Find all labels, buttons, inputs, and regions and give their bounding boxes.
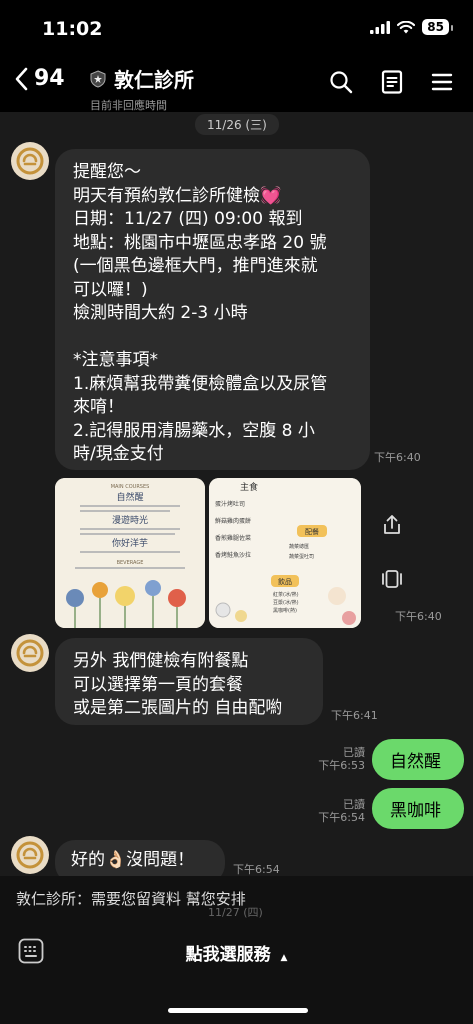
message-bubble-meal-info[interactable]: 另外 我們健檢有附餐點 可以選擇第一頁的套餐 或是第二張圖片的 自由配喲 xyxy=(55,638,323,725)
menu-subtitle: MAIN COURSES xyxy=(111,484,150,490)
menu-section: 主食 xyxy=(240,481,258,493)
wifi-icon xyxy=(397,20,416,33)
menu-footer: BEVERAGE xyxy=(117,560,144,566)
battery-indicator: 85 xyxy=(422,19,453,35)
status-bar: 11:02 85 xyxy=(0,0,473,56)
menu-section: 飲品 xyxy=(278,577,292,586)
menu-section: 你好洋芋 xyxy=(112,537,148,549)
message-time: 下午6:41 xyxy=(331,709,378,722)
menu-image-art: 主食 蛋汁烤吐司 鮮菇雞肉蛋餅 香煎雞腿佐菜 香烤鮭魚沙拉 配餐 蔬菜總匯 蔬菜… xyxy=(209,478,361,628)
message-read-meta: 已讀 下午6:54 xyxy=(315,798,365,824)
clinic-logo-icon xyxy=(16,147,44,175)
message-time: 下午6:40 xyxy=(374,451,421,464)
status-time: 11:02 xyxy=(42,18,103,40)
message-bubble-reminder[interactable]: 提醒您～ 明天有預約敦仁診所健檢💓 日期：11/27 (四) 09:00 報到 … xyxy=(55,149,370,470)
back-button[interactable]: 94 xyxy=(14,66,65,91)
chat-title: 敦仁診所 xyxy=(114,68,194,92)
chat-area[interactable]: 11/26 (三) 提醒您～ 明天有預約敦仁診所健檢💓 日期：11/27 (四)… xyxy=(0,112,473,876)
date-divider: 11/26 (三) xyxy=(195,114,279,135)
shield-icon xyxy=(90,69,106,88)
clinic-avatar[interactable] xyxy=(11,634,49,672)
svg-text:蔬菜總匯: 蔬菜總匯 xyxy=(289,543,309,550)
chat-subtitle: 目前非回應時間 xyxy=(90,99,167,112)
home-indicator xyxy=(168,1008,308,1013)
read-status: 已讀 xyxy=(343,798,365,811)
menu-image-free-combo[interactable]: 主食 蛋汁烤吐司 鮮菇雞肉蛋餅 香煎雞腿佐菜 香烤鮭魚沙拉 配餐 蔬菜總匯 蔬菜… xyxy=(209,478,361,628)
message-time: 下午6:40 xyxy=(395,610,442,623)
svg-text:香烤鮭魚沙拉: 香烤鮭魚沙拉 xyxy=(215,551,251,559)
menu-icon[interactable] xyxy=(431,70,453,94)
clinic-logo-icon xyxy=(16,639,44,667)
search-icon[interactable] xyxy=(329,70,353,94)
svg-text:蔬菜蛋吐司: 蔬菜蛋吐司 xyxy=(289,553,314,560)
status-indicators: 85 xyxy=(370,19,453,35)
share-icon[interactable] xyxy=(381,514,403,536)
clinic-avatar[interactable] xyxy=(11,142,49,180)
svg-text:豆漿(冰/熱): 豆漿(冰/熱) xyxy=(273,599,299,606)
svg-text:香煎雞腿佐菜: 香煎雞腿佐菜 xyxy=(215,534,251,542)
message-bubble-confirm[interactable]: 好的👌🏻沒問題！ xyxy=(55,840,225,876)
unread-count: 94 xyxy=(34,66,65,91)
message-time: 下午6:53 xyxy=(318,759,365,772)
bottom-bar: 敦仁診所：需要您留資料 幫您安排 11/27 (四) 點我選服務 ▲ xyxy=(0,876,473,1024)
chat-title-area[interactable]: 敦仁診所 目前非回應時間 xyxy=(90,64,194,113)
clinic-avatar[interactable] xyxy=(11,836,49,874)
message-time: 下午6:54 xyxy=(233,863,280,876)
message-time: 下午6:54 xyxy=(318,811,365,824)
message-bubble-sent[interactable]: 自然醒 xyxy=(372,739,464,780)
service-button-label: 點我選服務 xyxy=(185,945,271,965)
chat-header: 94 敦仁診所 目前非回應時間 xyxy=(0,56,473,112)
service-menu-button[interactable]: 點我選服務 ▲ xyxy=(0,940,473,965)
carousel-icon[interactable] xyxy=(381,568,403,590)
note-icon[interactable] xyxy=(381,70,403,94)
message-read-meta: 已讀 下午6:53 xyxy=(315,746,365,772)
read-status: 已讀 xyxy=(343,746,365,759)
caret-up-icon: ▲ xyxy=(280,953,288,963)
chevron-left-icon xyxy=(15,67,28,90)
menu-section: 配餐 xyxy=(305,527,319,536)
svg-text:黑咖啡(熱): 黑咖啡(熱) xyxy=(273,607,297,614)
header-actions xyxy=(329,70,453,94)
svg-text:紅茶(冰/熱): 紅茶(冰/熱) xyxy=(273,591,299,598)
svg-text:蛋汁烤吐司: 蛋汁烤吐司 xyxy=(215,500,245,508)
date-divider-faded: 11/27 (四) xyxy=(208,906,263,919)
menu-image-art: MAIN COURSES 自然醒 漫遊時光 你好洋芋 BEVERAGE xyxy=(55,478,205,628)
menu-section: 漫遊時光 xyxy=(112,514,148,526)
clinic-logo-icon xyxy=(16,841,44,869)
svg-text:鮮菇雞肉蛋餅: 鮮菇雞肉蛋餅 xyxy=(215,517,251,525)
menu-section: 自然醒 xyxy=(116,491,143,503)
message-bubble-sent[interactable]: 黑咖啡 xyxy=(372,788,464,829)
menu-image-main-courses[interactable]: MAIN COURSES 自然醒 漫遊時光 你好洋芋 BEVERAGE xyxy=(55,478,205,628)
signal-icon xyxy=(370,20,391,34)
